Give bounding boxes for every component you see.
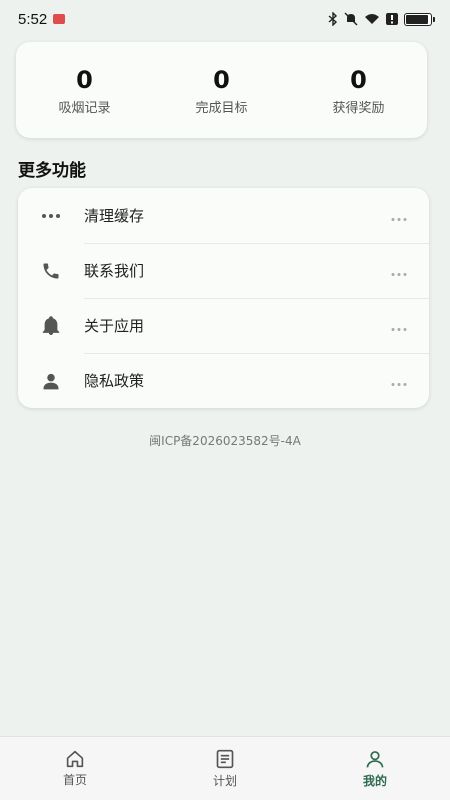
tab-plan[interactable]: 计划	[150, 737, 300, 800]
mute-icon	[344, 12, 358, 26]
menu-item-privacy-policy[interactable]: 隐私政策	[18, 353, 429, 408]
ellipsis-icon	[391, 371, 407, 390]
tab-label: 首页	[62, 772, 87, 787]
phone-icon	[40, 260, 62, 282]
stats-card: 0 吸烟记录 0 完成目标 0 获得奖励	[16, 42, 427, 138]
notification-icon	[53, 14, 66, 24]
home-icon	[66, 750, 84, 767]
status-time: 5:52	[18, 10, 48, 28]
stat-label: 完成目标	[195, 100, 248, 116]
stat-value: 0	[76, 65, 93, 94]
bluetooth-icon	[328, 12, 338, 26]
stat-label: 获得奖励	[332, 100, 385, 116]
stat-value: 0	[350, 65, 367, 94]
stat-rewards[interactable]: 0 获得奖励	[299, 65, 419, 116]
ellipsis-icon	[391, 316, 407, 335]
battery-icon	[404, 12, 435, 26]
menu-item-label: 隐私政策	[84, 372, 145, 390]
status-bar: 5:52	[0, 0, 450, 38]
menu-item-label: 联系我们	[84, 262, 145, 280]
alert-icon	[386, 13, 398, 25]
ellipsis-icon	[391, 261, 407, 280]
stat-smoking-records[interactable]: 0 吸烟记录	[25, 65, 145, 116]
person-icon	[40, 370, 62, 392]
tab-home[interactable]: 首页	[0, 737, 150, 800]
bell-icon	[40, 315, 62, 337]
more-dots-icon	[40, 205, 62, 227]
tab-bar: 首页 计划 我的	[0, 736, 450, 800]
stat-value: 0	[213, 65, 230, 94]
menu-item-clear-cache[interactable]: 清理缓存	[18, 188, 429, 243]
section-title: 更多功能	[18, 161, 86, 181]
wifi-icon	[365, 14, 379, 24]
stat-completed-goals[interactable]: 0 完成目标	[162, 65, 282, 116]
menu-item-label: 关于应用	[84, 317, 145, 335]
tab-label: 我的	[362, 773, 387, 788]
menu-item-label: 清理缓存	[84, 207, 145, 225]
menu-item-contact-us[interactable]: 联系我们	[18, 243, 429, 298]
user-icon	[366, 750, 384, 767]
list-icon	[216, 749, 234, 768]
ellipsis-icon	[391, 206, 407, 225]
menu-card: 清理缓存 联系我们 关于应用 隐私政策	[18, 188, 429, 408]
menu-item-about-app[interactable]: 关于应用	[18, 298, 429, 353]
tab-label: 计划	[212, 773, 237, 788]
icp-license[interactable]: 闽ICP备2026023582号-4A	[0, 432, 450, 449]
tab-mine[interactable]: 我的	[300, 737, 450, 800]
stat-label: 吸烟记录	[58, 100, 111, 116]
